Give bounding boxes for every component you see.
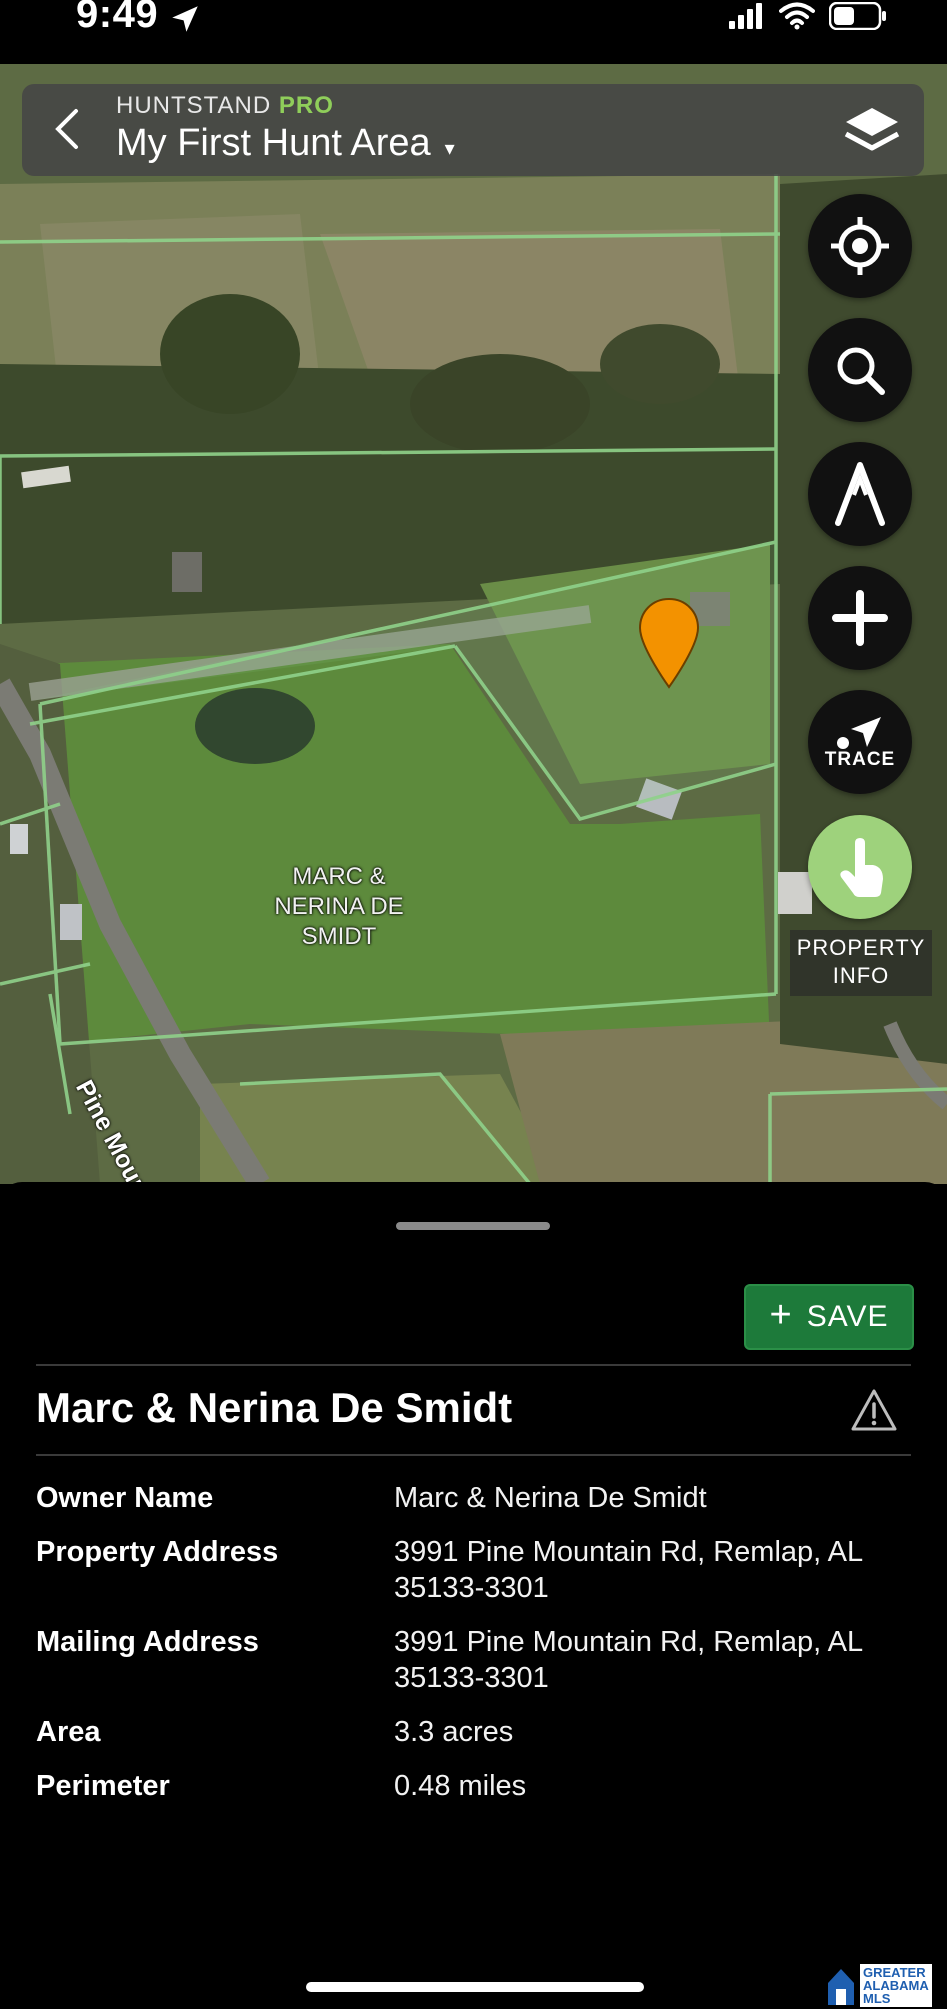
- status-time: 9:49: [76, 0, 159, 36]
- location-pin-icon[interactable]: [638, 597, 700, 689]
- row-value: Marc & Nerina De Smidt: [394, 1482, 707, 1514]
- info-row-owner-name: Owner Name Marc & Nerina De Smidt: [36, 1480, 916, 1516]
- divider: [36, 1364, 911, 1366]
- row-value: 3.3 acres: [394, 1716, 514, 1748]
- satellite-map[interactable]: MARC & NERINA DE SMIDT Pine Mountain Rd: [0, 64, 947, 1184]
- house-logo-icon: [828, 1969, 854, 2005]
- save-button[interactable]: + SAVE: [744, 1284, 914, 1350]
- plus-icon: +: [769, 1294, 793, 1336]
- info-row-property-address: Property Address 3991 Pine Mountain Rd, …: [36, 1534, 916, 1606]
- divider: [36, 1454, 911, 1456]
- search-icon: [837, 347, 885, 395]
- parcel-owner-label: MARC & NERINA DE SMIDT: [274, 863, 404, 950]
- warning-icon[interactable]: [850, 1388, 898, 1432]
- save-label: SAVE: [806, 1300, 889, 1333]
- row-label: Property Address: [36, 1536, 279, 1568]
- chevron-left-icon: [55, 109, 78, 149]
- row-value: 3991 Pine Mountain Rd, Remlap, AL 35133-…: [394, 1626, 863, 1694]
- row-value: 0.48 miles: [394, 1770, 527, 1802]
- watermark-line: MLS: [863, 1990, 891, 2006]
- signal-icon: [729, 3, 762, 29]
- sheet-drag-handle[interactable]: [396, 1222, 550, 1230]
- location-arrow-icon: [172, 6, 198, 32]
- trace-label: TRACE: [824, 749, 896, 770]
- row-label: Area: [36, 1716, 101, 1748]
- watermark-logo: GREATER ALABAMA MLS: [826, 1962, 944, 2008]
- crosshair-icon: [831, 217, 889, 275]
- hunt-area-title: My First Hunt Area: [116, 122, 431, 164]
- owner-title: Marc & Nerina De Smidt: [36, 1384, 513, 1431]
- caret-down-icon: ▾: [444, 138, 455, 160]
- battery-icon: [829, 2, 886, 30]
- wifi-icon: [779, 2, 815, 30]
- row-label: Owner Name: [36, 1482, 214, 1514]
- property-info-button[interactable]: [808, 815, 912, 919]
- status-icons: [729, 2, 887, 30]
- status-bar: 9:49: [0, 0, 947, 64]
- compass-measure-icon: [835, 462, 885, 526]
- layers-icon[interactable]: [842, 100, 902, 160]
- property-info-label: PROPERTY INFO: [790, 930, 932, 996]
- info-row-perimeter: Perimeter 0.48 miles: [36, 1768, 916, 1804]
- row-label: Perimeter: [36, 1770, 170, 1802]
- tap-hand-icon: [840, 838, 883, 897]
- property-info-table: Owner Name Marc & Nerina De Smidt Proper…: [36, 1480, 916, 1822]
- property-detail-sheet: + SAVE Marc & Nerina De Smidt Owner Name…: [0, 1182, 947, 2009]
- brand-name: HUNTSTAND: [116, 92, 272, 119]
- back-button[interactable]: [42, 104, 92, 154]
- info-row-mailing-address: Mailing Address 3991 Pine Mountain Rd, R…: [36, 1624, 916, 1696]
- header-bar: HUNTSTAND PRO My First Hunt Area ▾: [22, 84, 924, 176]
- plus-icon: [832, 590, 888, 646]
- row-value: 3991 Pine Mountain Rd, Remlap, AL 35133-…: [394, 1536, 863, 1604]
- row-label: Mailing Address: [36, 1626, 259, 1658]
- info-row-area: Area 3.3 acres: [36, 1714, 916, 1750]
- trace-button[interactable]: TRACE: [808, 690, 912, 794]
- watermark-line: GREATER: [863, 1964, 926, 1980]
- hunt-area-selector[interactable]: My First Hunt Area ▾: [116, 122, 455, 165]
- app-brand: HUNTSTAND PRO: [116, 92, 334, 120]
- watermark-text: GREATER ALABAMA MLS: [860, 1963, 932, 2007]
- brand-tier: PRO: [278, 92, 334, 119]
- watermark-line: ALABAMA: [863, 1977, 929, 1993]
- trace-arrow-icon: [837, 717, 881, 749]
- measure-button[interactable]: [808, 442, 912, 546]
- locate-me-button[interactable]: [808, 194, 912, 298]
- add-button[interactable]: [808, 566, 912, 670]
- home-indicator[interactable]: [306, 1982, 644, 1992]
- search-button[interactable]: [808, 318, 912, 422]
